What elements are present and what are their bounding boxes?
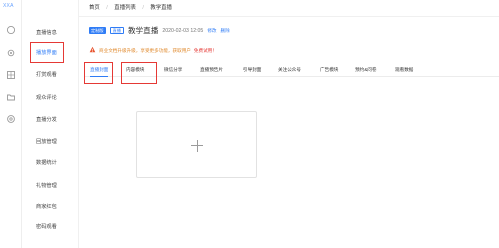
- gear-icon[interactable]: [6, 48, 16, 58]
- breadcrumb-separator: /: [106, 5, 108, 11]
- icon-rail: XXA: [0, 0, 22, 248]
- menu-item-live-info[interactable]: 直播信息: [22, 27, 79, 39]
- home-icon[interactable]: [6, 25, 16, 35]
- breadcrumb-separator: /: [142, 5, 144, 11]
- cover-upload-box[interactable]: [136, 111, 257, 178]
- breadcrumb-home[interactable]: 首页: [89, 5, 100, 11]
- delete-link[interactable]: 删除: [221, 28, 230, 34]
- highlight-box-tab-cover: [84, 62, 113, 84]
- menu-item-distribution[interactable]: 直播分发: [22, 114, 79, 126]
- folder-icon[interactable]: [6, 92, 16, 102]
- edit-link[interactable]: 修改: [207, 28, 216, 34]
- menu-item-tip-viewing[interactable]: 打赏观看: [22, 69, 79, 81]
- tab-guide-cover[interactable]: 引导封面: [243, 64, 261, 77]
- live-header: 定制版 直播 教学直播 2020-02-03 12:05 修改 删除: [89, 25, 230, 36]
- breadcrumb-live-list[interactable]: 直播列表: [114, 5, 136, 11]
- tab-ad-module[interactable]: 广告模块: [320, 64, 338, 77]
- edition-badge: 定制版: [89, 27, 106, 34]
- menu-item-comments[interactable]: 观众评论: [22, 92, 79, 104]
- side-menu: 直播信息 播放界面 打赏观看 观众评论 直播分发 回放管理 数据统计 礼物管理 …: [22, 0, 79, 248]
- menu-item-red-packets[interactable]: 商家红包: [22, 201, 79, 213]
- notice-link[interactable]: 免费试用！: [194, 48, 217, 54]
- app-logo: XXA: [3, 3, 14, 9]
- tab-follow-official-account[interactable]: 关注公众号: [278, 64, 301, 77]
- tab-wechat-share[interactable]: 微信分享: [164, 64, 182, 77]
- grid-icon[interactable]: [6, 70, 16, 80]
- menu-item-password[interactable]: 密码观看: [22, 221, 79, 233]
- warning-icon: [89, 46, 96, 55]
- notice-text: 商业文档升级升级，享受更多功能，获取用户: [99, 47, 191, 53]
- menu-item-statistics[interactable]: 数据统计: [22, 157, 79, 169]
- type-badge: 直播: [109, 27, 124, 34]
- menu-item-gifts[interactable]: 礼物管理: [22, 180, 79, 192]
- tab-view-data[interactable]: 观看数据: [395, 64, 413, 77]
- highlight-box-menu: [30, 42, 64, 63]
- settings-icon[interactable]: [6, 114, 16, 124]
- breadcrumb: 首页 / 直播列表 / 教学直播: [79, 0, 499, 17]
- highlight-box-tab-content: [121, 62, 157, 84]
- tab-live-trailer[interactable]: 直播预告片: [200, 64, 223, 77]
- tab-booking-survey[interactable]: 预约&问卷: [355, 64, 376, 77]
- menu-item-replay[interactable]: 回放管理: [22, 136, 79, 148]
- notice-bar: 商业文档升级升级，享受更多功能，获取用户 免费试用！: [89, 46, 217, 55]
- live-date: 2020-02-03 12:05: [162, 27, 204, 34]
- breadcrumb-current: 教学直播: [150, 5, 172, 11]
- page-title: 教学直播: [127, 26, 159, 35]
